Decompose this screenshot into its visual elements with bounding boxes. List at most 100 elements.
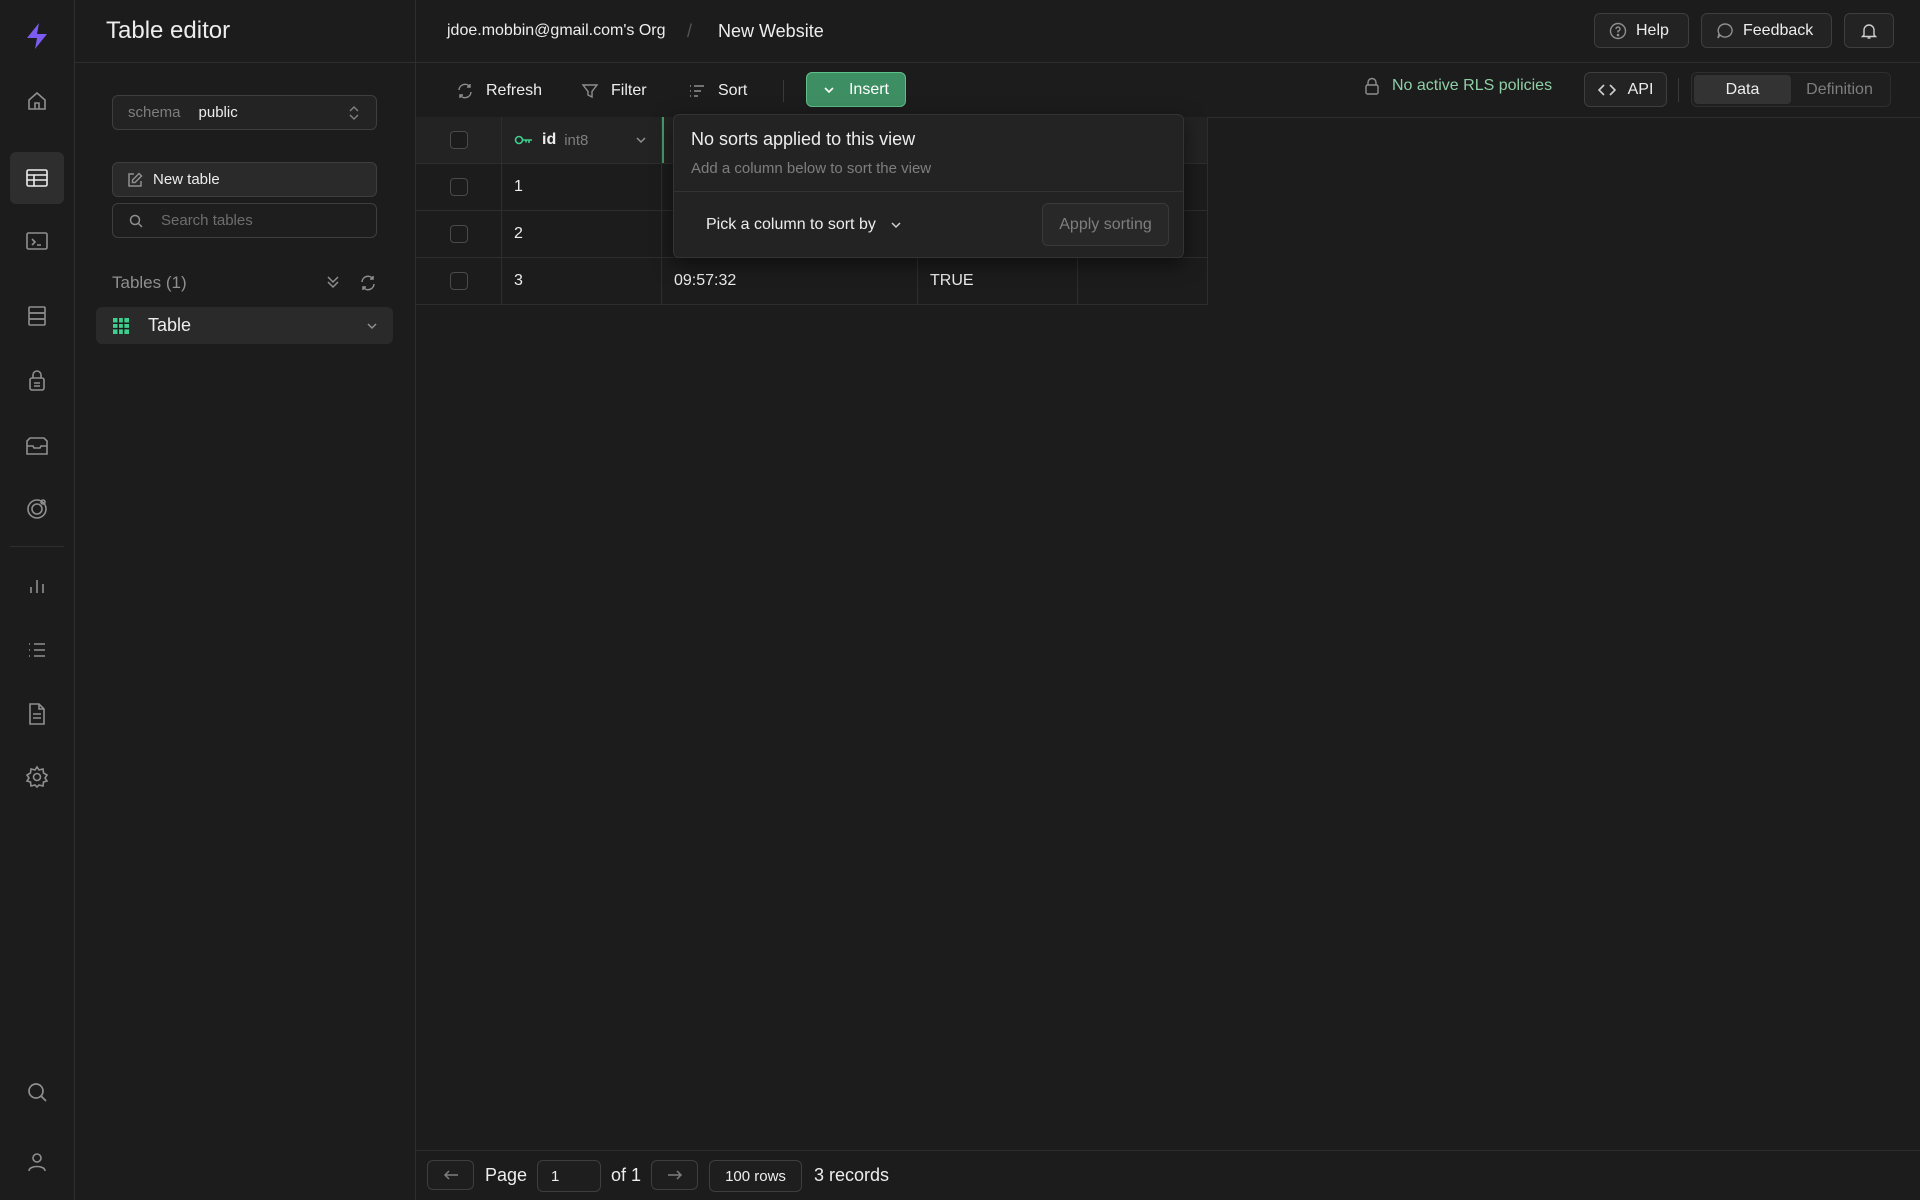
tables-count-label: Tables (1)	[112, 273, 187, 292]
rls-status-link[interactable]: No active RLS policies	[1364, 77, 1552, 95]
column-header-id[interactable]: id int8	[502, 117, 662, 163]
reports-icon[interactable]	[10, 560, 64, 612]
search-tables-input[interactable]	[161, 212, 361, 229]
row-select-cell	[416, 211, 502, 257]
page-total-label: of 1	[611, 1165, 642, 1185]
row-select-cell	[416, 164, 502, 210]
help-icon	[1609, 22, 1627, 40]
sort-button[interactable]: Sort	[688, 77, 747, 105]
filter-icon	[581, 82, 599, 100]
pick-column-dropdown[interactable]: Pick a column to sort by	[706, 216, 902, 234]
api-label: API	[1627, 80, 1654, 98]
insert-label: Insert	[848, 80, 889, 98]
column-type: int8	[564, 131, 589, 149]
api-docs-icon[interactable]	[10, 688, 64, 740]
filter-button[interactable]: Filter	[581, 77, 647, 105]
sql-editor-icon[interactable]	[10, 215, 64, 267]
notifications-button[interactable]	[1844, 13, 1894, 48]
toolbar-divider	[1678, 78, 1679, 102]
user-icon[interactable]	[10, 1136, 64, 1188]
new-table-button[interactable]: New table	[112, 162, 377, 197]
cell[interactable]: 09:57:32	[662, 258, 918, 304]
schema-label: schema	[128, 104, 181, 121]
refresh-button[interactable]: Refresh	[456, 77, 542, 105]
apply-sorting-button[interactable]: Apply sorting	[1042, 203, 1169, 246]
row-checkbox[interactable]	[449, 272, 468, 290]
tab-data[interactable]: Data	[1694, 75, 1791, 104]
new-table-label: New table	[153, 171, 220, 188]
cell-id[interactable]: 3	[502, 258, 662, 304]
edge-functions-icon[interactable]	[10, 483, 64, 535]
chevron-down-icon[interactable]	[365, 319, 379, 333]
supabase-logo-icon[interactable]	[10, 10, 64, 62]
insert-button[interactable]: Insert	[806, 72, 906, 107]
chevron-down-icon[interactable]	[635, 134, 647, 146]
chevron-down-icon	[890, 219, 902, 231]
feedback-label: Feedback	[1743, 21, 1814, 39]
select-all-checkbox[interactable]	[449, 131, 468, 149]
arrow-left-icon	[443, 1169, 459, 1181]
lock-icon	[1364, 77, 1380, 95]
settings-icon[interactable]	[10, 751, 64, 803]
collapse-all-icon[interactable]	[325, 274, 341, 292]
toolbar-divider	[783, 80, 784, 102]
rows-per-page-select[interactable]: 100 rows	[709, 1160, 802, 1192]
row-checkbox[interactable]	[449, 225, 468, 243]
previous-page-button[interactable]	[427, 1160, 474, 1190]
feedback-button[interactable]: Feedback	[1701, 13, 1832, 48]
schema-value: public	[198, 104, 238, 121]
bell-icon	[1860, 22, 1878, 40]
sort-popover-title: No sorts applied to this view	[691, 129, 916, 149]
code-icon	[1597, 83, 1616, 97]
refresh-icon	[456, 82, 474, 100]
search-icon[interactable]	[10, 1066, 64, 1118]
cell[interactable]: TRUE	[918, 258, 1078, 304]
breadcrumb-project[interactable]: New Website	[718, 21, 824, 42]
schema-selector[interactable]: schema public	[112, 95, 377, 130]
table-editor-icon[interactable]	[10, 152, 64, 204]
storage-icon[interactable]	[10, 420, 64, 472]
table-name: Table	[148, 315, 192, 335]
breadcrumb-separator: /	[687, 20, 693, 41]
column-name: id	[542, 131, 557, 148]
arrow-right-icon	[667, 1169, 683, 1181]
page-title: Table editor	[75, 0, 415, 63]
refresh-tables-icon[interactable]	[359, 274, 377, 292]
tab-definition[interactable]: Definition	[1791, 75, 1888, 104]
cell-id[interactable]: 1	[502, 164, 662, 210]
chevron-down-icon	[823, 84, 835, 96]
cell-id[interactable]: 2	[502, 211, 662, 257]
records-count: 3 records	[814, 1165, 890, 1185]
breadcrumb-org[interactable]: jdoe.mobbin@gmail.com's Org	[447, 22, 666, 40]
search-tables-field[interactable]	[112, 203, 377, 238]
help-label: Help	[1636, 21, 1669, 39]
sort-list-icon	[688, 82, 706, 100]
popover-divider	[674, 191, 1183, 192]
page-number-input[interactable]	[537, 1160, 601, 1192]
logs-icon[interactable]	[10, 624, 64, 676]
database-icon[interactable]	[10, 290, 64, 342]
authentication-icon[interactable]	[10, 355, 64, 407]
chat-bubble-icon	[1716, 22, 1734, 40]
rail-divider	[10, 546, 64, 547]
sidebar-item-table[interactable]: Table	[96, 307, 393, 344]
refresh-label: Refresh	[486, 82, 543, 99]
home-icon[interactable]	[10, 75, 64, 127]
pagination-footer: Page of 1 100 rows 3 records	[416, 1150, 1920, 1200]
row-checkbox[interactable]	[449, 178, 468, 196]
help-button[interactable]: Help	[1594, 13, 1689, 48]
chevron-up-down-icon	[348, 104, 360, 122]
cell[interactable]	[1078, 258, 1208, 304]
grid-toolbar: Refresh Filter Sort Insert No active RLS…	[416, 63, 1920, 118]
tables-section-header: Tables (1)	[112, 270, 377, 296]
sort-popover: No sorts applied to this view Add a colu…	[673, 114, 1184, 258]
nav-rail	[0, 0, 75, 1200]
table-editor-sidebar: Table editor schema public New table Tab…	[75, 0, 416, 1200]
view-toggle: Data Definition	[1691, 72, 1891, 107]
next-page-button[interactable]	[651, 1160, 698, 1190]
filter-label: Filter	[611, 82, 647, 99]
pick-column-label: Pick a column to sort by	[706, 216, 876, 233]
primary-key-icon	[514, 134, 534, 146]
api-button[interactable]: API	[1584, 72, 1667, 107]
page-label: Page	[485, 1165, 528, 1185]
